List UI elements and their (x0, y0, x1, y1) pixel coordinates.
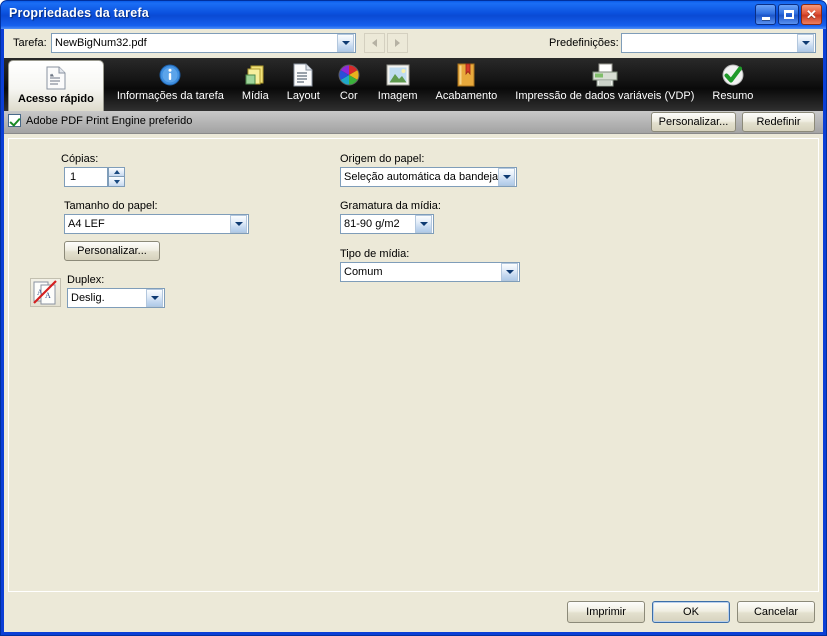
chevron-down-icon (498, 168, 515, 186)
tab-midia[interactable]: Mídia (233, 58, 278, 111)
close-icon: ✕ (806, 6, 817, 22)
stepper-down-icon[interactable] (108, 177, 125, 187)
presets-dropdown[interactable] (621, 33, 816, 53)
paper-source-value: Seleção automática da bandeja (344, 171, 498, 183)
minimize-button[interactable] (755, 4, 776, 25)
job-properties-window: Propriedades da tarefa ✕ Tarefa: NewBigN… (0, 0, 827, 636)
copies-input[interactable]: 1 (64, 167, 108, 187)
option-strip: Adobe PDF Print Engine preferido Persona… (4, 111, 823, 134)
duplex-label: Duplex: (67, 274, 105, 286)
chevron-down-icon (415, 215, 432, 233)
tab-label: Cor (339, 90, 358, 102)
tab-label: Layout (286, 90, 320, 102)
media-type-label: Tipo de mídia: (340, 248, 410, 260)
chevron-left-icon (372, 39, 377, 47)
paper-source-label: Origem do papel: (340, 153, 425, 165)
chevron-right-icon (395, 39, 400, 47)
copies-stepper[interactable] (108, 167, 125, 187)
tab-label: Impressão de dados variáveis (VDP) (515, 90, 695, 102)
tab-strip: Acesso rápido Informações da tarefa Mídi… (4, 58, 823, 111)
print-button[interactable]: Imprimir (567, 601, 645, 623)
media-weight-label: Gramatura da mídia: (340, 200, 441, 212)
tab-label: Acabamento (435, 90, 498, 102)
document-lines-icon (45, 65, 67, 91)
duplex-off-icon: A A (30, 278, 61, 307)
paper-size-customize-button[interactable]: Personalizar... (64, 241, 160, 261)
tab-label: Imagem (377, 90, 418, 102)
tab-acabamento[interactable]: Acabamento (427, 58, 507, 111)
chevron-down-icon (797, 34, 814, 52)
cancel-button[interactable]: Cancelar (737, 601, 815, 623)
task-dropdown-value: NewBigNum32.pdf (55, 37, 147, 49)
tab-cor[interactable]: Cor (329, 58, 369, 111)
media-type-dropdown[interactable]: Comum (340, 262, 520, 282)
window-titlebar: Propriedades da tarefa ✕ (1, 1, 826, 29)
tab-label: Mídia (241, 90, 269, 102)
job-nav-buttons (364, 33, 408, 53)
tab-vdp[interactable]: Impressão de dados variáveis (VDP) (506, 58, 703, 111)
reset-button[interactable]: Redefinir (742, 112, 815, 132)
window-body: Tarefa: NewBigNum32.pdf Predefinições: A… (4, 29, 823, 632)
minimize-icon (761, 16, 770, 20)
paper-size-label: Tamanho do papel: (64, 200, 158, 212)
printer-icon (591, 62, 619, 88)
tab-informacoes-da-tarefa[interactable]: Informações da tarefa (108, 58, 233, 111)
task-dropdown[interactable]: NewBigNum32.pdf (51, 33, 356, 53)
media-weight-value: 81-90 g/m2 (344, 218, 400, 230)
next-job-button[interactable] (387, 33, 408, 53)
tab-imagem[interactable]: Imagem (369, 58, 427, 111)
checkbox-label: Adobe PDF Print Engine preferido (26, 114, 193, 127)
adobe-pdf-print-engine-checkbox[interactable]: Adobe PDF Print Engine preferido (8, 114, 192, 127)
paper-source-dropdown[interactable]: Seleção automática da bandeja (340, 167, 517, 187)
chevron-down-icon (501, 263, 518, 281)
window-controls: ✕ (755, 4, 822, 25)
quick-access-panel: Cópias: 1 Tamanho do papel: A4 LEF Perso… (8, 138, 819, 592)
green-check-icon (722, 62, 744, 88)
chevron-down-icon (230, 215, 247, 233)
media-folder-icon (243, 62, 267, 88)
media-weight-dropdown[interactable]: 81-90 g/m2 (340, 214, 434, 234)
paper-size-value: A4 LEF (68, 218, 105, 230)
tab-layout[interactable]: Layout (278, 58, 329, 111)
paper-size-dropdown[interactable]: A4 LEF (64, 214, 249, 234)
chevron-down-icon (337, 34, 354, 52)
stepper-up-icon[interactable] (108, 167, 125, 177)
media-type-value: Comum (344, 266, 383, 278)
chevron-down-icon (146, 289, 163, 307)
duplex-dropdown[interactable]: Deslig. (67, 288, 165, 308)
ok-button[interactable]: OK (652, 601, 730, 623)
tab-label: Resumo (712, 90, 754, 102)
picture-icon (386, 62, 410, 88)
tab-resumo[interactable]: Resumo (703, 58, 762, 111)
checkbox-checked-icon (8, 114, 21, 127)
page-layout-icon (292, 62, 314, 88)
tab-acesso-rapido[interactable]: Acesso rápido (8, 60, 104, 111)
booklet-icon (456, 62, 476, 88)
maximize-icon (783, 10, 794, 19)
tab-label: Acesso rápido (18, 93, 94, 105)
previous-job-button[interactable] (364, 33, 385, 53)
duplex-value: Deslig. (71, 292, 105, 304)
job-selection-bar: Tarefa: NewBigNum32.pdf Predefinições: (4, 29, 823, 58)
tab-label: Informações da tarefa (116, 90, 224, 102)
copies-label: Cópias: (61, 153, 99, 165)
color-wheel-icon (338, 62, 360, 88)
presets-label: Predefinições: (549, 37, 619, 49)
dialog-footer: Imprimir OK Cancelar (4, 592, 823, 632)
window-title: Propriedades da tarefa (9, 6, 149, 20)
task-label: Tarefa: (13, 37, 47, 49)
maximize-button[interactable] (778, 4, 799, 25)
close-button[interactable]: ✕ (801, 4, 822, 25)
customize-button-top[interactable]: Personalizar... (651, 112, 736, 132)
info-circle-icon (159, 62, 181, 88)
